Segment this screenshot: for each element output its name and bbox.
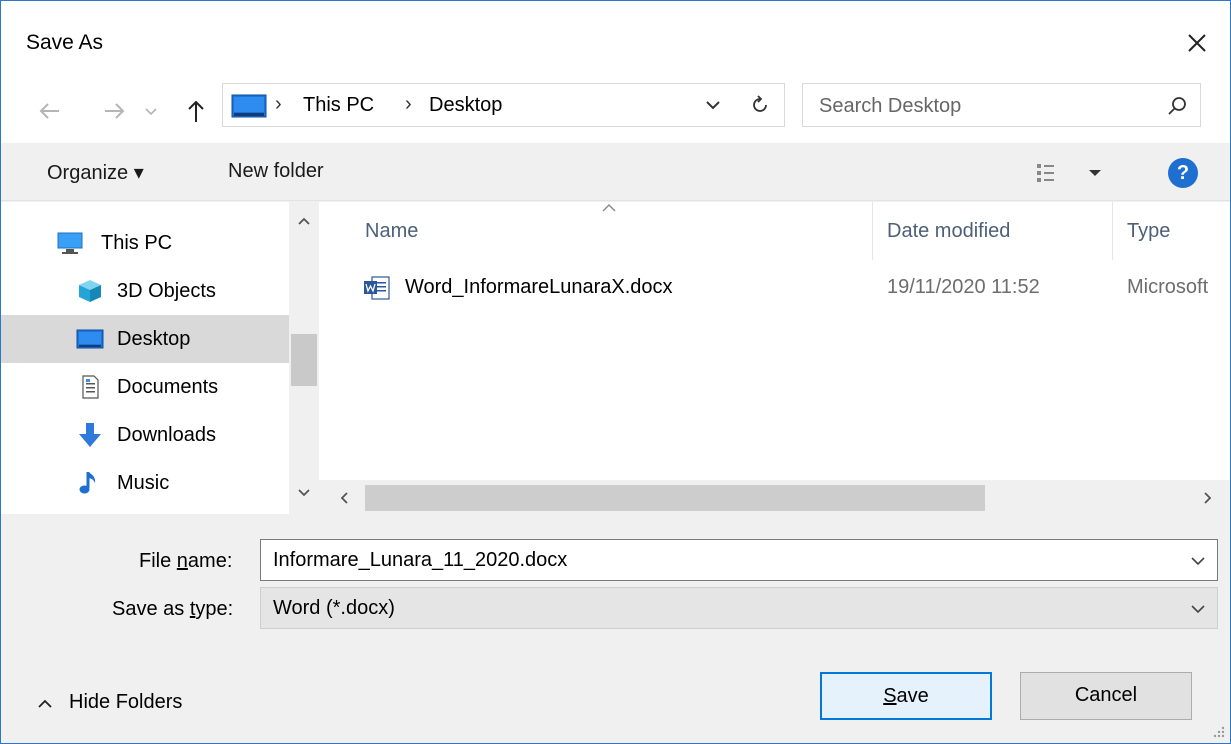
- computer-icon: [57, 232, 83, 254]
- nav-item-label: Downloads: [117, 424, 216, 446]
- breadcrumb-separator: ›: [405, 93, 412, 115]
- column-header-date-modified[interactable]: Date modified: [887, 220, 1010, 243]
- up-arrow-icon[interactable]: [179, 91, 213, 131]
- nav-item-downloads[interactable]: Downloads: [1, 411, 289, 459]
- cube-icon: [79, 280, 101, 302]
- chevron-down-icon[interactable]: [700, 92, 726, 118]
- hide-folders-button[interactable]: Hide Folders: [69, 691, 182, 714]
- save-as-type-value: Word (*.docx): [273, 597, 395, 619]
- sort-ascending-icon: [602, 204, 616, 212]
- file-name: Word_InformareLunaraX.docx: [405, 276, 673, 298]
- file-list-horizontal-scrollbar[interactable]: [319, 480, 1230, 514]
- nav-item-label: Documents: [117, 376, 219, 398]
- chevron-up-icon[interactable]: [35, 697, 55, 711]
- cancel-button[interactable]: Cancel: [1020, 672, 1192, 720]
- column-divider[interactable]: [1112, 202, 1113, 260]
- save-as-type-label: Save as type:: [112, 598, 234, 620]
- nav-item-documents[interactable]: Documents: [1, 363, 289, 411]
- organize-button[interactable]: Organize ▾: [47, 160, 144, 185]
- file-name-input[interactable]: Informare_Lunara_11_2020.docx: [260, 539, 1218, 581]
- file-list: Name Date modified Type Word_InformareLu…: [319, 202, 1230, 514]
- forward-arrow-icon[interactable]: [97, 91, 131, 131]
- scroll-up-icon[interactable]: [295, 214, 313, 228]
- column-divider[interactable]: [872, 202, 873, 260]
- search-icon[interactable]: [1165, 94, 1189, 118]
- file-row[interactable]: Word_InformareLunaraX.docx 19/11/2020 11…: [357, 268, 1230, 308]
- file-name-value: Informare_Lunara_11_2020.docx: [273, 549, 568, 571]
- nav-item-3d-objects[interactable]: 3D Objects: [1, 267, 289, 315]
- document-icon: [82, 375, 99, 399]
- close-icon[interactable]: [1177, 23, 1217, 63]
- music-note-icon: [79, 472, 96, 494]
- desktop-icon: [76, 329, 104, 349]
- recent-locations-chevron-icon[interactable]: [141, 91, 161, 131]
- navigation-row: › This PC › Desktop Search Desktop: [1, 81, 1230, 143]
- view-options-icon[interactable]: [1035, 162, 1105, 184]
- title-bar: Save As: [1, 1, 1230, 81]
- scroll-left-icon[interactable]: [337, 490, 351, 506]
- word-document-icon: [364, 276, 390, 300]
- column-header-name[interactable]: Name: [365, 220, 418, 243]
- command-bar: Organize ▾ New folder ?: [1, 143, 1230, 201]
- chevron-down-icon[interactable]: [1187, 550, 1209, 572]
- nav-item-desktop[interactable]: Desktop: [1, 315, 289, 363]
- search-placeholder: Search Desktop: [819, 95, 962, 117]
- breadcrumb-this-pc[interactable]: This PC: [303, 94, 374, 117]
- scroll-right-icon[interactable]: [1201, 490, 1215, 506]
- desktop-icon: [231, 94, 267, 118]
- nav-item-label: Desktop: [117, 328, 191, 350]
- breadcrumb-separator: ›: [275, 93, 282, 115]
- back-arrow-icon[interactable]: [33, 91, 67, 131]
- nav-item-this-pc[interactable]: This PC: [1, 219, 289, 267]
- refresh-icon[interactable]: [745, 90, 775, 120]
- scrollbar-thumb[interactable]: [291, 334, 317, 386]
- scroll-down-icon[interactable]: [295, 486, 313, 500]
- column-header-type[interactable]: Type: [1127, 220, 1170, 243]
- file-name-label: File name:: [139, 550, 233, 572]
- save-button[interactable]: Save: [820, 672, 992, 720]
- scrollbar-thumb[interactable]: [365, 485, 985, 511]
- address-bar[interactable]: › This PC › Desktop: [222, 83, 785, 127]
- file-type: Microsoft: [1127, 276, 1209, 298]
- breadcrumb-desktop[interactable]: Desktop: [429, 94, 502, 117]
- dialog-title: Save As: [26, 31, 104, 54]
- chevron-down-icon[interactable]: [1187, 598, 1209, 620]
- help-icon[interactable]: ?: [1168, 158, 1198, 188]
- resize-grip-icon[interactable]: [1212, 725, 1226, 739]
- nav-item-label: This PC: [101, 232, 173, 254]
- navigation-pane: This PC 3D Objects Desktop Documents Dow…: [1, 202, 319, 514]
- new-folder-button[interactable]: New folder: [228, 160, 324, 183]
- save-as-type-select[interactable]: Word (*.docx): [260, 587, 1218, 629]
- search-input[interactable]: Search Desktop: [802, 83, 1201, 127]
- file-date-modified: 19/11/2020 11:52: [887, 276, 1040, 298]
- save-as-dialog: Save As › This PC › Desktop Search Deskt…: [0, 0, 1231, 744]
- nav-item-music[interactable]: Music: [1, 459, 289, 507]
- download-arrow-icon: [79, 423, 101, 447]
- nav-item-label: Music: [117, 472, 170, 494]
- nav-item-label: 3D Objects: [117, 280, 216, 302]
- nav-pane-scrollbar[interactable]: [289, 202, 319, 514]
